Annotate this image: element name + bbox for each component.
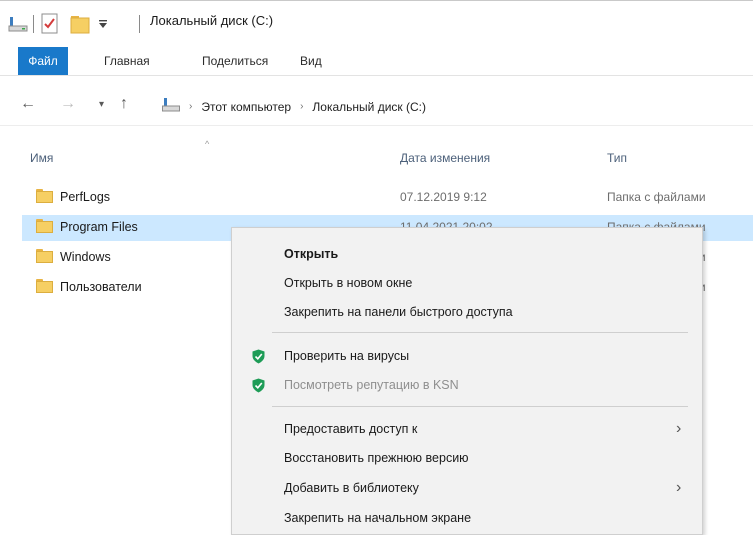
kaspersky-shield-icon	[252, 378, 265, 393]
file-name: Пользователи	[60, 280, 142, 294]
toolbar-separator	[33, 15, 34, 33]
folder-icon	[36, 219, 53, 233]
menu-item-label: Добавить в библиотеку	[284, 481, 419, 495]
breadcrumb-this-pc[interactable]: Этот компьютер	[201, 100, 291, 114]
title-separator	[139, 15, 140, 33]
ribbon-tabs: Файл Главная Поделиться Вид	[0, 47, 753, 76]
menu-item-open[interactable]: Открыть	[232, 242, 702, 268]
folder-icon	[36, 189, 53, 203]
menu-item-label: Проверить на вирусы	[284, 349, 410, 363]
back-arrow-icon[interactable]: ←	[20, 95, 36, 113]
drive-icon[interactable]	[8, 11, 28, 37]
file-name: PerfLogs	[60, 190, 111, 204]
menu-divider	[272, 406, 688, 407]
drive-crumb-icon	[162, 97, 180, 116]
folder-icon	[36, 249, 53, 263]
folder-icon	[36, 279, 53, 293]
breadcrumb-separator-icon: ›	[189, 101, 193, 112]
recent-locations-chevron-icon[interactable]: ▾	[99, 99, 104, 110]
file-date: 07.12.2019 9:12	[400, 190, 487, 204]
menu-item-label: Предоставить доступ к	[284, 422, 418, 436]
breadcrumb-local-disk[interactable]: Локальный диск (C:)	[312, 100, 426, 114]
breadcrumb[interactable]: › Этот компьютер › Локальный диск (C:)	[162, 97, 426, 116]
window-title: Локальный диск (C:)	[150, 13, 274, 28]
menu-item-label: Восстановить прежнюю версию	[284, 451, 469, 465]
menu-divider	[272, 332, 688, 333]
column-header-name[interactable]: Имя	[30, 151, 53, 165]
navigation-bar: ← → ▾ ↑ › Этот компьютер › Локальный дис…	[0, 85, 753, 126]
menu-item-pin-quick-access[interactable]: Закрепить на панели быстрого доступа	[232, 300, 702, 326]
menu-item-ksn-reputation[interactable]: Посмотреть репутацию в KSN	[232, 373, 702, 399]
file-type: Папка с файлами	[607, 190, 706, 204]
context-menu: Открыть Открыть в новом окне Закрепить н…	[231, 227, 703, 535]
submenu-arrow-icon: ›	[676, 479, 682, 496]
explorer-window: Локальный диск (C:) Файл Главная Поделит…	[0, 0, 753, 535]
menu-item-pin-start[interactable]: Закрепить на начальном экране	[232, 506, 702, 532]
menu-item-scan-viruses[interactable]: Проверить на вирусы	[232, 344, 702, 370]
column-header-type[interactable]: Тип	[607, 151, 627, 165]
file-name: Program Files	[60, 220, 138, 234]
tab-file[interactable]: Файл	[18, 47, 68, 75]
menu-item-label: Открыть в новом окне	[284, 276, 413, 290]
new-folder-icon[interactable]	[70, 11, 90, 37]
title-bar: Локальный диск (C:)	[0, 1, 753, 45]
tab-share[interactable]: Поделиться	[202, 47, 268, 75]
column-header-date[interactable]: Дата изменения	[400, 151, 490, 165]
tab-home[interactable]: Главная	[104, 47, 150, 75]
menu-item-open-new-window[interactable]: Открыть в новом окне	[232, 271, 702, 297]
sort-caret-icon: ^	[205, 139, 210, 149]
file-row[interactable]: PerfLogs 07.12.2019 9:12 Папка с файлами	[22, 185, 753, 211]
menu-item-label: Открыть	[284, 247, 339, 261]
menu-item-label: Посмотреть репутацию в KSN	[284, 378, 459, 392]
menu-item-label: Закрепить на начальном экране	[284, 511, 472, 525]
menu-item-add-to-library[interactable]: Добавить в библиотеку ›	[232, 476, 702, 502]
kaspersky-shield-icon	[252, 349, 265, 364]
menu-item-restore-previous[interactable]: Восстановить прежнюю версию	[232, 446, 702, 472]
breadcrumb-separator-icon: ›	[300, 101, 304, 112]
tab-view[interactable]: Вид	[300, 47, 322, 75]
submenu-arrow-icon: ›	[676, 420, 682, 437]
forward-arrow-icon[interactable]: →	[60, 95, 76, 113]
menu-item-label: Закрепить на панели быстрого доступа	[284, 305, 513, 319]
customize-dropdown-icon[interactable]	[98, 11, 108, 37]
properties-check-icon[interactable]	[40, 11, 60, 37]
up-arrow-icon[interactable]: ↑	[120, 95, 128, 113]
menu-item-give-access[interactable]: Предоставить доступ к ›	[232, 417, 702, 443]
file-name: Windows	[60, 250, 111, 264]
